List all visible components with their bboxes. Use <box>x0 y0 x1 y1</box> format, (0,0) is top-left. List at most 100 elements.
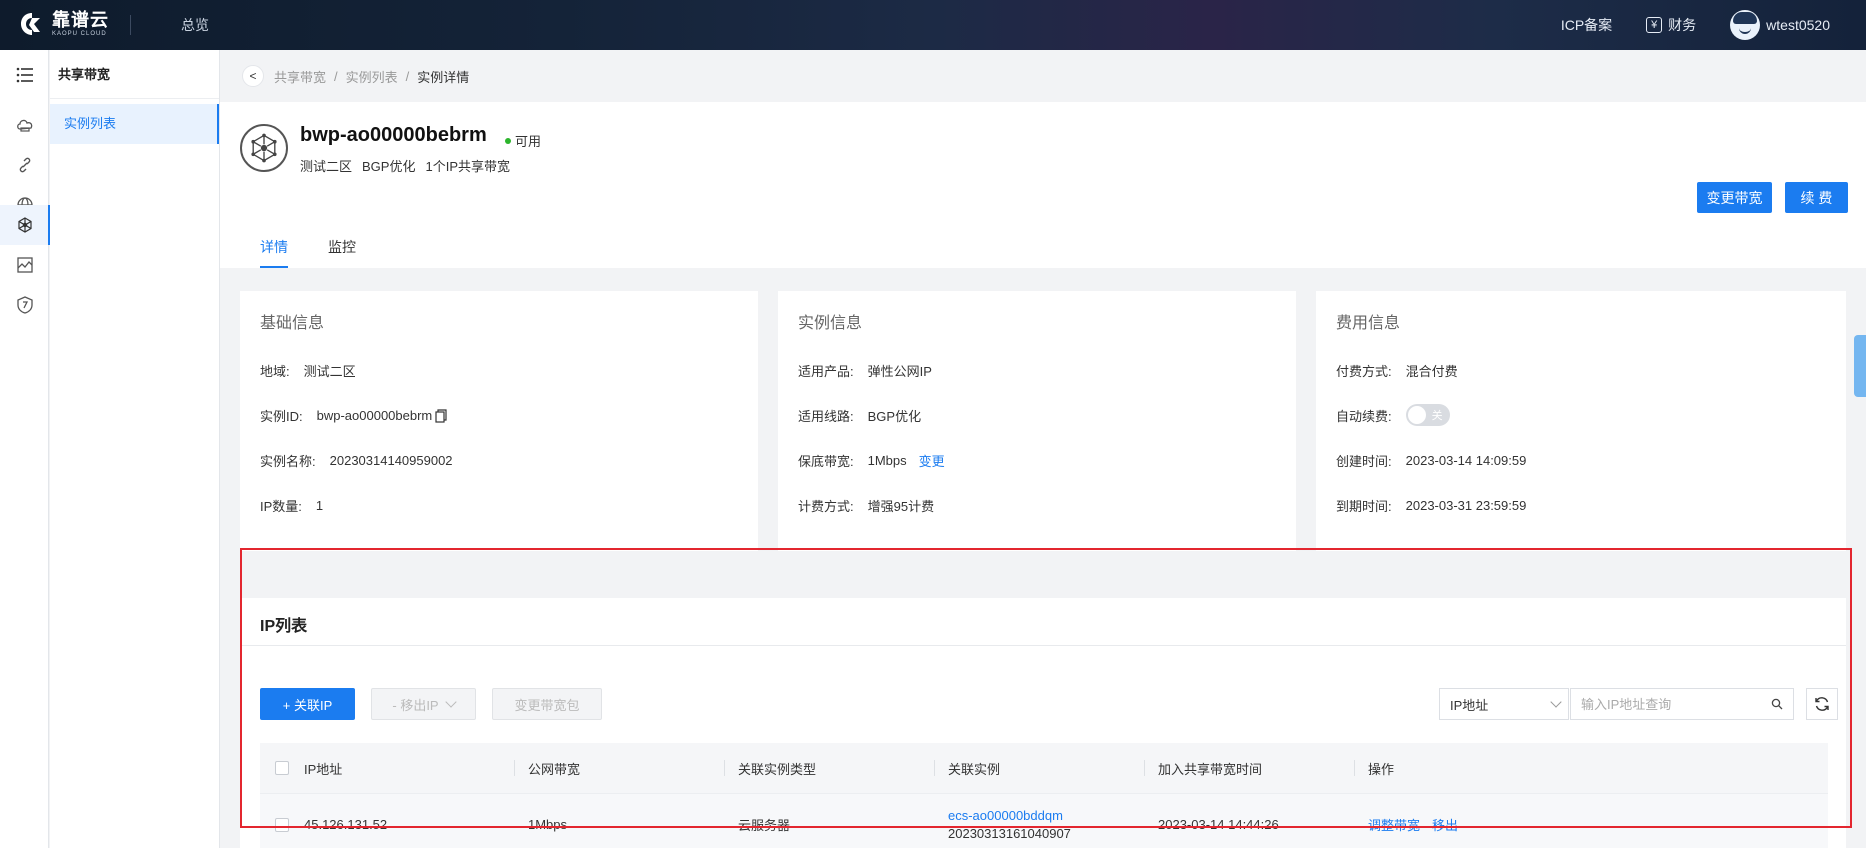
info-label: 实例名称: <box>260 454 316 469</box>
ip-search-box <box>1570 688 1794 720</box>
user-menu[interactable]: wtest0520 <box>1730 10 1830 40</box>
info-value: 混合付费 <box>1405 364 1458 379</box>
auto-renew-toggle[interactable]: 关 <box>1405 404 1450 426</box>
info-label: 自动续费: <box>1336 408 1392 424</box>
renew-button[interactable]: 续 费 <box>1785 182 1848 213</box>
row-checkbox[interactable] <box>275 817 289 832</box>
info-row-product: 适用产品: 弹性公网IP <box>798 361 932 380</box>
select-all-checkbox[interactable] <box>275 761 289 775</box>
info-row-created: 创建时间: 2023-03-14 14:09:59 <box>1336 451 1526 470</box>
info-value: 1Mbps <box>867 453 907 468</box>
search-field-select[interactable]: IP地址 <box>1439 688 1569 720</box>
info-value: 20230314140959002 <box>329 453 453 468</box>
info-row-min-bandwidth: 保底带宽: 1Mbps 变更 <box>798 451 945 470</box>
copy-icon[interactable] <box>435 408 447 423</box>
tab-details[interactable]: 详情 <box>260 237 288 268</box>
info-label: 到期时间: <box>1336 499 1392 514</box>
column-header-instance: 关联实例 <box>934 743 1144 793</box>
instance-header: bwp-ao00000bebrm 可用 测试二区 BGP优化 1个IP共享带宽 … <box>220 102 1866 268</box>
ip-search-input[interactable] <box>1571 689 1761 719</box>
monitor-icon[interactable] <box>0 245 49 285</box>
instance-id-link[interactable]: ecs-ao00000bddqm <box>948 808 1063 823</box>
remove-link[interactable]: 移出 <box>1432 815 1458 834</box>
status-badge: 可用 <box>505 131 541 150</box>
back-button[interactable]: < <box>242 65 264 87</box>
chevron-down-icon <box>1550 696 1562 708</box>
breadcrumb-item-shared-bandwidth[interactable]: 共享带宽 <box>274 67 326 86</box>
cloud-server-icon[interactable] <box>0 105 49 145</box>
info-row-region: 地域: 测试二区 <box>260 361 356 380</box>
info-row-pay-method: 付费方式: 混合付费 <box>1336 361 1458 380</box>
change-min-bandwidth-link[interactable]: 变更 <box>919 451 945 470</box>
ip-list-card: IP列表 + 关联IP - 移出IP 变更带宽包 IP地址 IP地址 公网带宽 … <box>240 598 1846 848</box>
change-bandwidth-package-button[interactable]: 变更带宽包 <box>492 688 602 720</box>
column-header-ip: IP地址 <box>304 761 343 777</box>
adjust-bandwidth-link[interactable]: 调整带宽 <box>1368 815 1420 834</box>
logo-text: 靠谱云 <box>52 10 109 30</box>
info-value: 2023-03-31 23:59:59 <box>1405 498 1527 513</box>
detach-ip-label: - 移出IP <box>392 697 439 713</box>
nav-icp-label: ICP备案 <box>1560 17 1613 33</box>
info-value: 测试二区 <box>303 364 356 379</box>
cell-joined: 2023-03-14 14:44:26 <box>1158 817 1279 832</box>
info-label: 适用产品: <box>798 364 854 379</box>
info-value: BGP优化 <box>867 409 922 424</box>
info-value: 1 <box>315 498 324 513</box>
breadcrumb-separator: / <box>405 68 410 84</box>
info-row-auto-renew: 自动续费: 关 <box>1336 404 1450 426</box>
refresh-button[interactable] <box>1806 688 1838 720</box>
logo[interactable]: 靠谱云 KAOPU CLOUD <box>18 10 109 38</box>
instance-name: bwp-ao00000bebrm <box>300 124 487 146</box>
refresh-icon <box>1815 697 1829 711</box>
nav-finance[interactable]: ¥ 财务 <box>1646 15 1696 35</box>
info-label: 付费方式: <box>1336 364 1392 379</box>
detail-tabs: 详情 监控 <box>260 237 356 268</box>
info-value: 增强95计费 <box>867 499 935 514</box>
instance-region: 测试二区 <box>300 159 353 174</box>
avatar <box>1730 10 1761 40</box>
table-row: 45.126.131.52 1Mbps 云服务器 ecs-ao00000bddq… <box>260 793 1828 848</box>
header-checkbox-cell <box>260 743 304 793</box>
ip-list-title: IP列表 <box>260 618 308 635</box>
instance-line: BGP优化 <box>362 159 416 174</box>
info-row-ip-count: IP数量: 1 <box>260 496 323 515</box>
nav-overview[interactable]: 总览 <box>181 15 209 35</box>
instance-info-title: 实例信息 <box>798 315 863 332</box>
nav-icp[interactable]: ICP备案 <box>1561 15 1612 35</box>
change-bandwidth-button[interactable]: 变更带宽 <box>1697 182 1772 213</box>
column-header-bandwidth: 公网带宽 <box>514 743 724 793</box>
main-content: < 共享带宽 / 实例列表 / 实例详情 bwp-ao00000bebrm 可用… <box>220 50 1866 848</box>
shared-bandwidth-icon[interactable] <box>0 205 50 245</box>
search-icon[interactable] <box>1771 698 1783 710</box>
link-icon[interactable] <box>0 145 49 185</box>
info-row-line: 适用线路: BGP优化 <box>798 406 921 425</box>
breadcrumb: < 共享带宽 / 实例列表 / 实例详情 <box>220 50 1866 102</box>
yen-icon: ¥ <box>1646 17 1663 33</box>
cell-instance-type: 云服务器 <box>738 818 791 833</box>
info-value: 2023-03-14 14:09:59 <box>1405 453 1527 468</box>
breadcrumb-separator: / <box>334 68 338 84</box>
info-value: 弹性公网IP <box>867 364 932 379</box>
menu-icon[interactable] <box>0 55 49 95</box>
info-value: bwp-ao00000bebrm <box>316 408 433 423</box>
breadcrumb-item-instance-list[interactable]: 实例列表 <box>346 67 398 86</box>
detach-ip-button[interactable]: - 移出IP <box>371 688 476 720</box>
tab-monitor[interactable]: 监控 <box>328 237 356 268</box>
status-text: 可用 <box>515 134 542 149</box>
instance-summary: 测试二区 BGP优化 1个IP共享带宽 <box>300 156 510 175</box>
info-label: 创建时间: <box>1336 454 1392 469</box>
icon-rail <box>0 50 50 848</box>
cell-instance: ecs-ao00000bddqm 20230313161040907 <box>934 794 1144 848</box>
info-label: 实例ID: <box>260 409 303 424</box>
top-divider <box>130 15 131 35</box>
basic-info-title: 基础信息 <box>260 315 325 332</box>
side-collapse-handle[interactable] <box>1854 335 1866 397</box>
search-field-select-value: IP地址 <box>1450 697 1489 713</box>
info-row-instance-id: 实例ID: bwp-ao00000bebrm <box>260 406 447 425</box>
info-row-billing-method: 计费方式: 增强95计费 <box>798 496 934 515</box>
sub-nav-item-instance-list[interactable]: 实例列表 <box>50 104 219 144</box>
instance-ip-desc: 1个IP共享带宽 <box>425 159 510 174</box>
shield-icon[interactable] <box>0 285 49 325</box>
attach-ip-button[interactable]: + 关联IP <box>260 688 355 720</box>
username: wtest0520 <box>1766 17 1830 33</box>
